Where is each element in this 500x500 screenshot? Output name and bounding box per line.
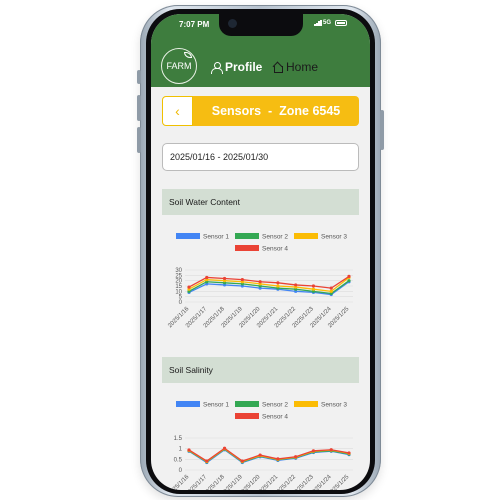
chevron-left-icon: ‹ xyxy=(175,103,180,119)
legend-swatch xyxy=(235,233,259,239)
signal-icon xyxy=(314,20,322,26)
status-indicators: 5G xyxy=(314,20,348,26)
battery-icon xyxy=(335,20,348,26)
soil-water-header: Soil Water Content xyxy=(162,189,359,215)
nav-profile[interactable]: Profile xyxy=(211,60,262,74)
legend-label: Sensor 3 xyxy=(321,234,347,241)
back-button[interactable]: ‹ xyxy=(162,96,193,126)
soil-water-title: Soil Water Content xyxy=(169,197,241,207)
nav-home-label: Home xyxy=(286,60,319,74)
x-tick-label: 2025/1/21 xyxy=(256,474,280,490)
y-tick-label: 0.5 xyxy=(174,457,183,463)
data-point xyxy=(240,278,244,282)
data-point xyxy=(329,286,333,290)
y-tick-label: 10 xyxy=(175,289,182,295)
data-point xyxy=(222,446,227,450)
x-tick-label: 2025/1/18 xyxy=(203,474,227,490)
data-point xyxy=(240,459,244,463)
legend-swatch xyxy=(294,233,318,239)
data-point xyxy=(347,274,351,278)
data-point xyxy=(276,281,280,285)
legend-label: Sensor 4 xyxy=(262,246,288,253)
data-point xyxy=(347,279,351,283)
app-header: 7:07 PM 5G FARM Profile Home xyxy=(151,14,370,87)
power-button xyxy=(380,110,384,150)
house-icon xyxy=(272,62,283,73)
y-tick-label: 15 xyxy=(175,284,182,290)
legend-label: Sensor 4 xyxy=(262,414,288,421)
y-tick-label: 0 xyxy=(179,468,183,474)
notch xyxy=(219,14,303,36)
y-tick-label: 1 xyxy=(179,447,183,453)
camera-icon xyxy=(228,19,237,28)
y-tick-label: 20 xyxy=(175,279,182,285)
legend-label: Sensor 2 xyxy=(262,234,288,241)
volume-down-button xyxy=(137,127,141,153)
date-range-value: 2025/01/16 - 2025/01/30 xyxy=(170,152,269,162)
date-range-input[interactable]: 2025/01/16 - 2025/01/30 xyxy=(162,143,359,171)
x-tick-label: 2025/1/22 xyxy=(274,474,298,490)
x-tick-label: 2025/1/25 xyxy=(327,474,351,490)
data-point xyxy=(347,451,351,455)
soil-salinity-chart: Sensor 1 Sensor 2 Sensor 3 Sensor 4 0 0.5 1 1.5… xyxy=(167,401,353,490)
legend-swatch xyxy=(235,401,259,407)
zone-bar: ‹ Sensors - Zone 6545 xyxy=(162,96,359,126)
data-point xyxy=(311,449,316,453)
legend-label: Sensor 1 xyxy=(203,402,229,409)
data-point xyxy=(258,453,262,457)
data-point xyxy=(205,275,209,280)
silent-switch xyxy=(137,70,141,84)
volume-up-button xyxy=(137,95,141,121)
y-tick-label: 1.5 xyxy=(174,436,183,442)
phone-screen: 7:07 PM 5G FARM Profile Home ‹ Sensors -… xyxy=(151,14,370,490)
legend-swatch xyxy=(235,413,259,419)
soil-salinity-title: Soil Salinity xyxy=(169,365,213,375)
data-point xyxy=(311,287,316,291)
zone-title: Sensors - Zone 6545 xyxy=(193,96,359,126)
x-tick-label: 2025/1/19 xyxy=(221,474,245,490)
data-point xyxy=(222,276,227,281)
legend-swatch xyxy=(176,233,200,239)
data-point xyxy=(258,280,262,284)
data-point xyxy=(187,285,191,289)
farm-logo[interactable]: FARM xyxy=(161,48,197,84)
soil-water-chart: Sensor 1 Sensor 2 Sensor 3 Sensor 4 05101520… xyxy=(167,233,353,329)
data-point xyxy=(294,283,298,287)
data-point xyxy=(294,455,298,459)
data-point xyxy=(311,284,316,288)
x-tick-label: 2025/1/17 xyxy=(185,474,209,490)
person-icon xyxy=(211,61,223,74)
data-point xyxy=(329,448,333,452)
status-time: 7:07 PM xyxy=(179,20,210,29)
x-tick-label: 2025/1/16 xyxy=(167,474,191,490)
y-tick-label: 0 xyxy=(179,300,183,306)
legend-swatch xyxy=(235,245,259,251)
x-tick-label: 2025/1/23 xyxy=(292,474,316,490)
data-point xyxy=(276,457,280,461)
data-point xyxy=(205,459,209,463)
data-point xyxy=(187,448,191,452)
legend-label: Sensor 2 xyxy=(262,402,288,409)
legend-label: Sensor 1 xyxy=(203,234,229,241)
soil-salinity-header: Soil Salinity xyxy=(162,357,359,383)
legend-swatch xyxy=(176,401,200,407)
x-tick-label: 2025/1/24 xyxy=(310,474,334,490)
y-tick-label: 30 xyxy=(175,268,182,274)
logo-text: FARM xyxy=(166,61,192,71)
leaf-icon xyxy=(184,52,192,58)
data-point xyxy=(329,289,333,293)
network-label: 5G xyxy=(323,20,332,26)
legend-label: Sensor 3 xyxy=(321,402,347,409)
nav-profile-label: Profile xyxy=(225,60,263,74)
nav-home[interactable]: Home xyxy=(272,60,318,74)
data-point xyxy=(276,284,280,288)
x-tick-label: 2025/1/20 xyxy=(238,474,262,490)
legend-swatch xyxy=(294,401,318,407)
y-tick-label: 25 xyxy=(175,273,182,279)
y-tick-label: 5 xyxy=(179,295,183,301)
